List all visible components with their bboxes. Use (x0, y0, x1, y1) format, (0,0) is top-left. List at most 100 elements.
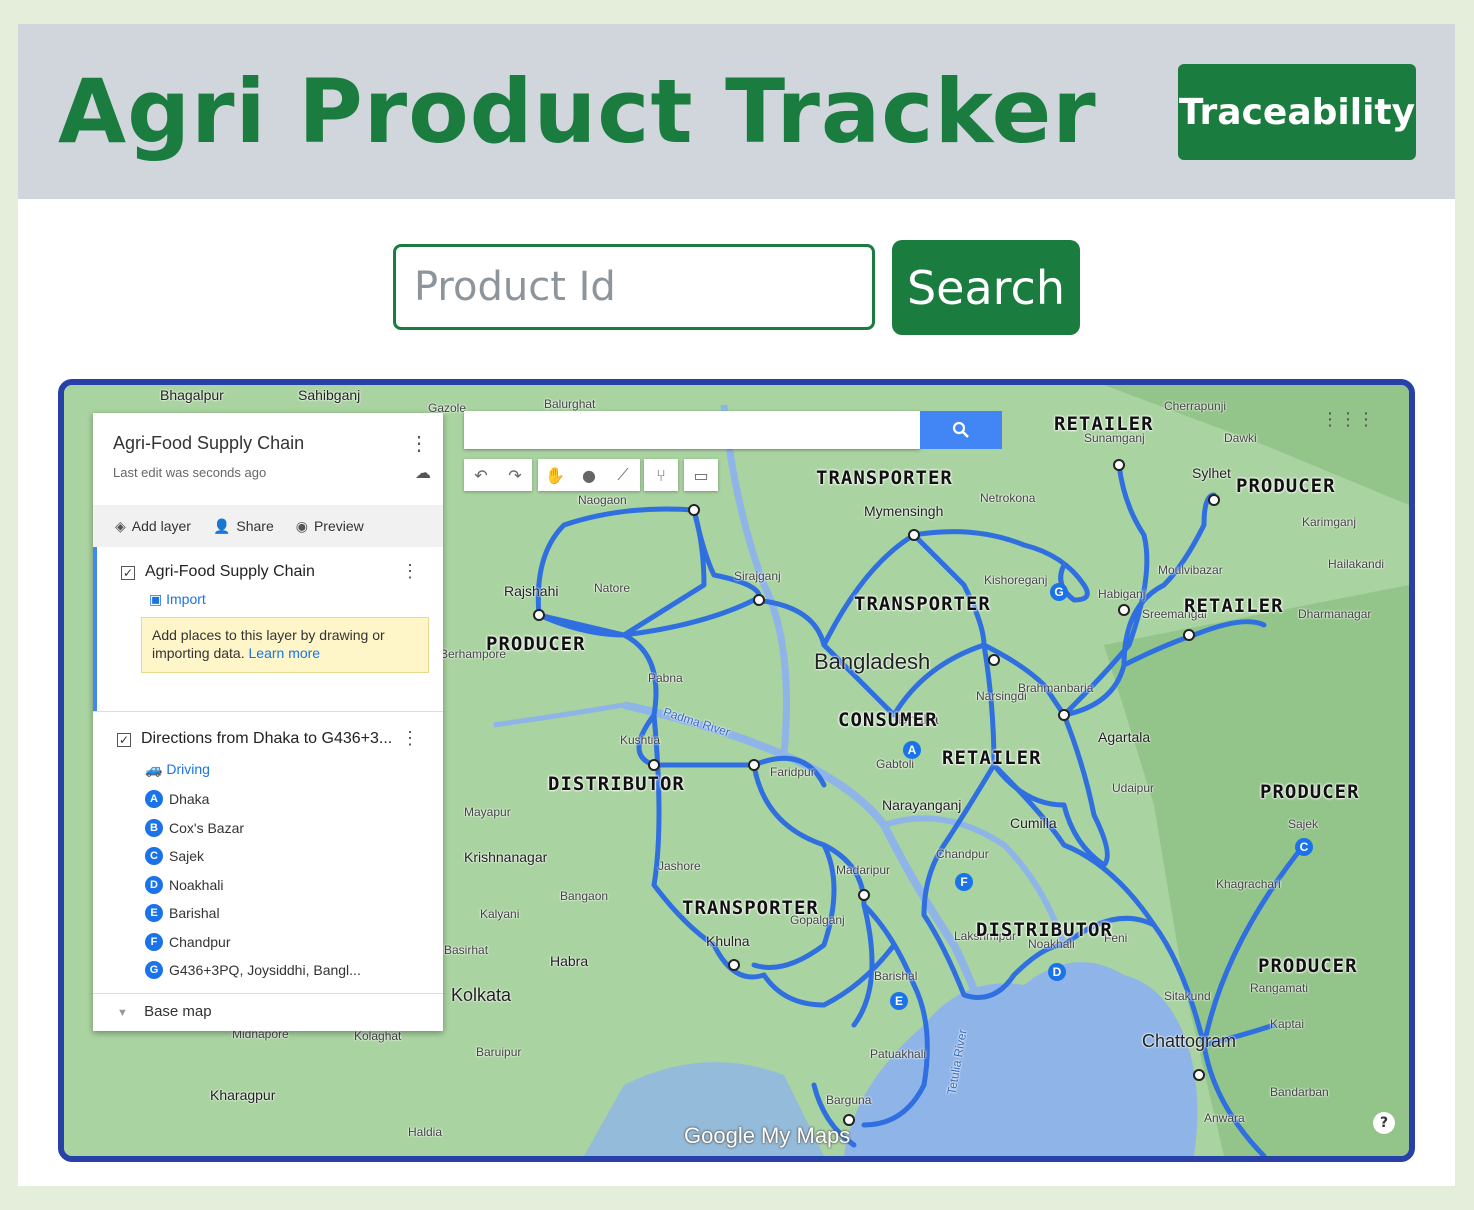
layer-supply-chain: ✓ Agri-Food Supply Chain ⋮ ▣ Import Add … (93, 547, 443, 711)
product-id-input[interactable] (393, 244, 875, 330)
map-options-kebab-icon[interactable]: ⋮ (409, 431, 429, 456)
stop-item[interactable]: A Dhaka (145, 790, 209, 808)
map-container[interactable]: A C D E F G Bangladesh Rajshahi Mymensin… (58, 379, 1415, 1162)
add-layer-label: Add layer (131, 518, 191, 534)
label-krishnanagar: Krishnanagar (464, 849, 548, 865)
basemap-label: Base map (144, 1003, 212, 1020)
role-transporter-top: TRANSPORTER (816, 467, 953, 489)
label-kishoreganj: Kishoreganj (984, 573, 1048, 587)
stop-badge: E (145, 904, 163, 922)
header-bar: Agri Product Tracker Traceability (18, 24, 1455, 199)
label-bandarban: Bandarban (1270, 1085, 1329, 1099)
stop-badge: D (145, 876, 163, 894)
label-sylhet: Sylhet (1192, 465, 1231, 481)
label-sajek: Sajek (1288, 817, 1319, 831)
label-bangaon: Bangaon (560, 889, 609, 903)
search-button[interactable]: Search (892, 240, 1080, 335)
stop-name: Cox's Bazar (169, 820, 245, 836)
preview-button[interactable]: ◉ Preview (296, 518, 364, 535)
help-icon[interactable]: ? (1373, 1112, 1395, 1134)
eye-icon: ◉ (295, 517, 308, 534)
label-kharagpur: Kharagpur (210, 1087, 276, 1103)
marker-icon[interactable]: ● (572, 459, 606, 491)
measure-tool-group: ▭ (684, 459, 718, 491)
label-rajshahi: Rajshahi (504, 583, 559, 599)
app-frame: Agri Product Tracker Traceability Search (18, 24, 1455, 1186)
label-barguna: Barguna (826, 1093, 872, 1107)
label-baruipur: Baruipur (476, 1045, 522, 1059)
label-mymensingh: Mymensingh (864, 503, 944, 519)
stop-badge: C (145, 847, 163, 865)
role-producer-south: PRODUCER (1258, 955, 1358, 977)
label-kolaghat: Kolaghat (354, 1029, 402, 1043)
role-distributor-west: DISTRIBUTOR (548, 773, 685, 795)
share-button[interactable]: 👤 Share (213, 518, 274, 535)
stop-item[interactable]: F Chandpur (145, 933, 231, 951)
stop-name: Noakhali (169, 877, 224, 893)
map-title[interactable]: Agri-Food Supply Chain (113, 433, 304, 454)
label-agartala: Agartala (1098, 729, 1151, 745)
panel-actions-bar: ◈ Add layer 👤 Share ◉ Preview (93, 505, 443, 547)
stop-name: Barishal (169, 905, 220, 921)
stop-item[interactable]: D Noakhali (145, 876, 223, 894)
role-distributor-south: DISTRIBUTOR (976, 919, 1113, 941)
driving-mode[interactable]: 🚙 Driving (145, 761, 210, 778)
map-layers-panel: Agri-Food Supply Chain ⋮ Last edit was s… (93, 413, 443, 1031)
ruler-icon[interactable]: ▭ (684, 459, 718, 491)
layer2-checkbox[interactable]: ✓ (117, 733, 131, 747)
hand-icon[interactable]: ✋ (538, 459, 572, 491)
last-edit-text: Last edit was seconds ago (113, 465, 267, 480)
label-pabna: Pabna (648, 671, 683, 685)
label-moulvibazar: Moulvibazar (1158, 563, 1223, 577)
layer-tip: Add places to this layer by drawing or i… (141, 617, 429, 673)
stop-item[interactable]: C Sajek (145, 847, 204, 865)
stop-badge: G (145, 961, 163, 979)
layer2-name[interactable]: Directions from Dhaka to G436+3... (141, 730, 392, 748)
svg-text:C: C (1300, 840, 1309, 854)
label-jashore: Jashore (658, 859, 701, 873)
label-habiganj: Habiganj (1098, 587, 1146, 601)
undo-icon[interactable]: ↶ (464, 459, 498, 491)
search-icon (952, 421, 969, 438)
layer1-name[interactable]: Agri-Food Supply Chain (145, 563, 315, 581)
role-transporter-khulna: TRANSPORTER (682, 897, 819, 919)
stop-name: G436+3PQ, Joysiddhi, Bangl... (169, 962, 361, 978)
label-kolkata: Kolkata (451, 985, 512, 1005)
role-retailer-top: RETAILER (1054, 413, 1154, 435)
import-link[interactable]: ▣ Import (149, 591, 206, 608)
traceability-button[interactable]: Traceability (1178, 64, 1416, 160)
apps-grid-icon[interactable]: ⋮⋮⋮ (1321, 409, 1375, 430)
basemap-toggle[interactable]: ▼ Base map (117, 1003, 212, 1020)
role-consumer: CONSUMER (838, 709, 938, 731)
stop-badge: A (145, 790, 163, 808)
label-hailakandi: Hailakandi (1328, 557, 1385, 571)
label-sirajganj: Sirajganj (734, 569, 781, 583)
directions-icon[interactable]: ⑂ (644, 459, 678, 491)
stop-badge: B (145, 819, 163, 837)
label-brahmanbaria: Brahmanbaria (1018, 681, 1094, 695)
stop-item[interactable]: E Barishal (145, 904, 220, 922)
add-layer-button[interactable]: ◈ Add layer (115, 518, 191, 535)
label-rangamati: Rangamati (1250, 981, 1309, 995)
layer1-options-kebab-icon[interactable]: ⋮ (401, 561, 419, 582)
layer1-checkbox[interactable]: ✓ (121, 566, 135, 580)
google-my-maps-logo: Google My Maps (684, 1123, 851, 1148)
redo-icon[interactable]: ↷ (498, 459, 532, 491)
draw-line-icon[interactable]: ⟋ (606, 459, 640, 491)
map-search-button[interactable] (920, 411, 1002, 449)
role-transporter-mid: TRANSPORTER (854, 593, 991, 615)
layer2-options-kebab-icon[interactable]: ⋮ (401, 728, 419, 749)
map-search-box[interactable] (464, 411, 920, 449)
stop-item[interactable]: B Cox's Bazar (145, 819, 244, 837)
learn-more-link[interactable]: Learn more (249, 645, 321, 661)
label-narayanganj: Narayanganj (882, 797, 962, 813)
label-patuakhali: Patuakhali (870, 1047, 927, 1061)
label-balurghat: Balurghat (544, 397, 596, 411)
label-bangladesh: Bangladesh (814, 649, 931, 674)
label-chandpur: Chandpur (936, 847, 989, 861)
stop-item[interactable]: G G436+3PQ, Joysiddhi, Bangl... (145, 961, 361, 979)
label-kushtia: Kushtia (620, 733, 661, 747)
label-dharmanagar: Dharmanagar (1298, 607, 1372, 621)
cloud-saved-icon: ☁ (415, 465, 431, 482)
role-retailer-right: RETAILER (1184, 595, 1284, 617)
